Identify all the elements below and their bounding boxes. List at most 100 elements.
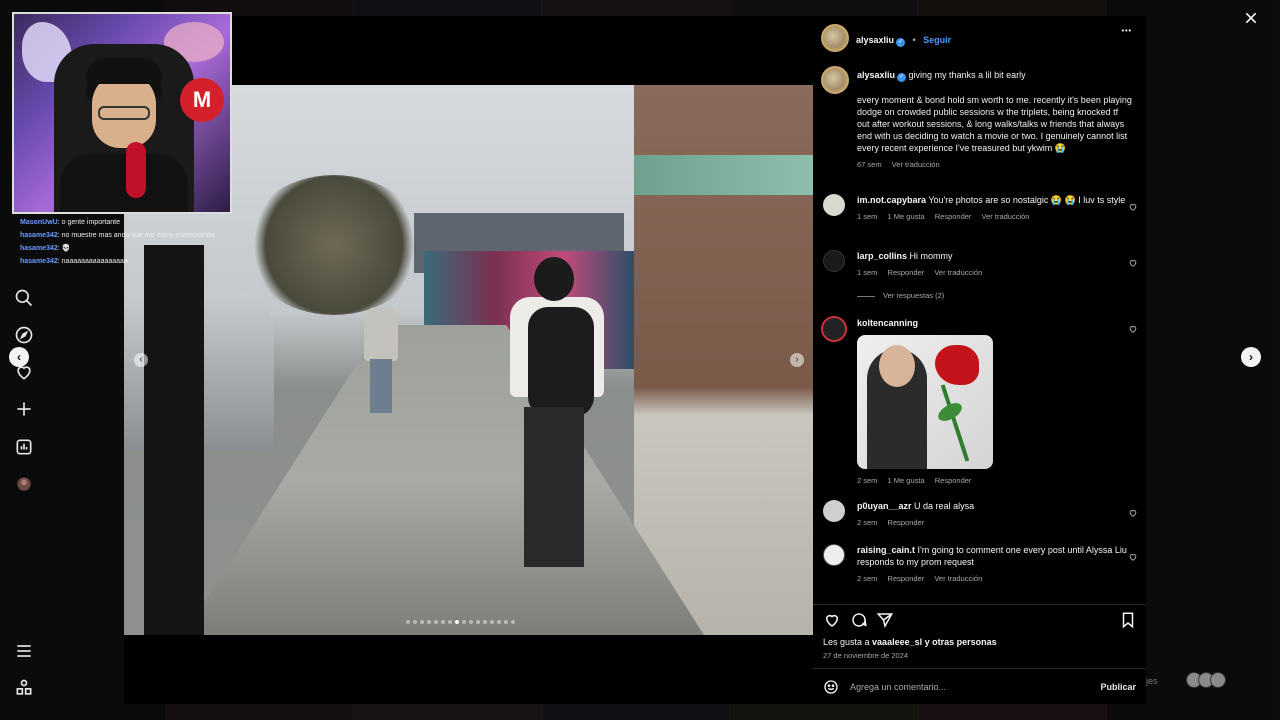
more-options-button[interactable]: ••• bbox=[1122, 28, 1132, 35]
carousel-dot[interactable] bbox=[455, 620, 459, 624]
profile-icon[interactable] bbox=[14, 474, 34, 494]
carousel-dot[interactable] bbox=[462, 620, 466, 624]
reply-button[interactable]: Responder bbox=[888, 574, 925, 583]
chat-line: MasonUwU: o gente importante bbox=[20, 219, 120, 226]
like-comment-icon[interactable] bbox=[1128, 321, 1138, 333]
carousel-dot[interactable] bbox=[406, 620, 410, 624]
caption-translate-link[interactable]: Ver traducción bbox=[892, 160, 940, 169]
create-icon[interactable] bbox=[14, 399, 34, 419]
post-date: 27 de noviembre de 2024 bbox=[823, 651, 909, 660]
caption-avatar[interactable] bbox=[821, 66, 849, 94]
caption-first-line: giving my thanks a lil bit early bbox=[908, 70, 1026, 80]
view-replies-button[interactable]: Ver respuestas (2) bbox=[883, 291, 944, 300]
carousel-dot[interactable] bbox=[469, 620, 473, 624]
comment-likes[interactable]: 1 Me gusta bbox=[888, 476, 925, 485]
comment-time: 2 sem bbox=[857, 476, 878, 485]
likes-user[interactable]: vaaaleee_sl bbox=[872, 637, 922, 647]
post-side-panel: alysaxliu ✓ • Seguir ••• alysaxliu ✓ givin… bbox=[813, 16, 1146, 704]
verified-icon: ✓ bbox=[897, 73, 907, 82]
commenter-avatar[interactable] bbox=[823, 194, 845, 216]
carousel-dot[interactable] bbox=[413, 620, 417, 624]
carousel-dot[interactable] bbox=[490, 620, 494, 624]
like-comment-icon[interactable] bbox=[1128, 549, 1138, 561]
carousel-dot[interactable] bbox=[483, 620, 487, 624]
caption-username[interactable]: alysaxliu bbox=[857, 70, 895, 80]
carousel-dot[interactable] bbox=[476, 620, 480, 624]
header-separator: • bbox=[912, 35, 916, 45]
like-comment-icon[interactable] bbox=[1128, 505, 1138, 517]
comment-item: raising_cain.t I'm going to comment one … bbox=[857, 544, 1127, 585]
comment-username[interactable]: larp_collins bbox=[857, 251, 907, 261]
comment-time: 2 sem bbox=[857, 518, 878, 527]
comment-gif[interactable] bbox=[857, 335, 993, 469]
share-icon[interactable] bbox=[876, 611, 894, 629]
chat-line: hasame342: naaaaaaaaaaaaaaaa bbox=[20, 258, 128, 265]
comment-time: 2 sem bbox=[857, 574, 878, 583]
comment-text: You're photos are so nostalgic 😭 😭 I luv… bbox=[928, 195, 1126, 205]
author-username[interactable]: alysaxliu bbox=[856, 35, 894, 45]
translate-link[interactable]: Ver traducción bbox=[982, 212, 1030, 221]
carousel-dot[interactable] bbox=[504, 620, 508, 624]
reply-button[interactable]: Responder bbox=[935, 212, 972, 221]
translate-link[interactable]: Ver traducción bbox=[934, 268, 982, 277]
carousel-dot[interactable] bbox=[434, 620, 438, 624]
likes-others[interactable]: y otras personas bbox=[922, 637, 997, 647]
comment-username[interactable]: im.not.capybara bbox=[857, 195, 926, 205]
background-partial-text: jes bbox=[1146, 676, 1158, 686]
carousel-prev-button[interactable]: ‹ bbox=[134, 353, 148, 367]
dashboard-icon[interactable] bbox=[14, 437, 34, 457]
reply-button[interactable]: Responder bbox=[888, 268, 925, 277]
post-header: alysaxliu ✓ • Seguir ••• bbox=[813, 16, 1146, 56]
carousel-dot[interactable] bbox=[511, 620, 515, 624]
commenter-avatar[interactable] bbox=[823, 544, 845, 566]
like-comment-icon[interactable] bbox=[1128, 199, 1138, 211]
comment-likes[interactable]: 1 Me gusta bbox=[888, 212, 925, 221]
save-icon[interactable] bbox=[1119, 611, 1137, 629]
stream-webcam: M bbox=[12, 12, 232, 214]
comment-text: Hi mommy bbox=[909, 251, 953, 261]
likes-prefix: Les gusta a bbox=[823, 637, 873, 647]
comment-username[interactable]: p0uyan__azr bbox=[857, 501, 912, 511]
explore-icon[interactable] bbox=[14, 325, 34, 345]
carousel-dot[interactable] bbox=[497, 620, 501, 624]
carousel-dot[interactable] bbox=[427, 620, 431, 624]
comment-icon[interactable] bbox=[850, 611, 868, 629]
carousel-dot[interactable] bbox=[448, 620, 452, 624]
follow-button[interactable]: Seguir bbox=[923, 35, 951, 45]
photo-person-far bbox=[364, 307, 398, 413]
reply-button[interactable]: Responder bbox=[935, 476, 972, 485]
prev-post-button[interactable]: ‹ bbox=[9, 347, 29, 367]
translate-link[interactable]: Ver traducción bbox=[934, 574, 982, 583]
carousel-dot[interactable] bbox=[420, 620, 424, 624]
commenter-avatar[interactable] bbox=[823, 250, 845, 272]
comment-item: larp_collins Hi mommy 1 sem Responder Ve… bbox=[857, 250, 1127, 302]
comment-username[interactable]: raising_cain.t bbox=[857, 545, 915, 555]
post-caption: alysaxliu ✓ giving my thanks a lil bit ea… bbox=[857, 69, 1132, 171]
search-icon[interactable] bbox=[14, 288, 34, 308]
carousel-next-button[interactable]: › bbox=[790, 353, 804, 367]
next-post-button[interactable]: › bbox=[1241, 347, 1261, 367]
microphone bbox=[126, 142, 146, 198]
author-avatar[interactable] bbox=[821, 24, 849, 52]
publish-button[interactable]: Publicar bbox=[1100, 682, 1136, 692]
menu-icon[interactable] bbox=[14, 641, 34, 661]
comment-item: p0uyan__azr U da real alysa 2 sem Respon… bbox=[857, 500, 1127, 529]
comment-item: koltencanning 2 sem 1 Me gusta Responder bbox=[857, 317, 1127, 487]
close-icon[interactable] bbox=[1243, 10, 1259, 26]
carousel-dot[interactable] bbox=[441, 620, 445, 624]
comment-input[interactable]: Agrega un comentario... bbox=[850, 682, 946, 692]
commenter-avatar[interactable] bbox=[823, 500, 845, 522]
like-comment-icon[interactable] bbox=[1128, 255, 1138, 267]
reply-button[interactable]: Responder bbox=[888, 518, 925, 527]
apps-icon[interactable] bbox=[14, 678, 34, 698]
chat-line: hasame342: 💀 bbox=[20, 245, 71, 252]
comment-text: U da real alysa bbox=[914, 501, 975, 511]
emoji-icon[interactable] bbox=[823, 679, 839, 695]
like-icon[interactable] bbox=[823, 611, 841, 629]
commenter-avatar[interactable] bbox=[821, 316, 847, 342]
stream-chat: MasonUwU: o gente importante hasame342: … bbox=[20, 216, 230, 268]
comment-time: 1 sem bbox=[857, 212, 878, 221]
comment-time: 1 sem bbox=[857, 268, 878, 277]
comment-username[interactable]: koltencanning bbox=[857, 318, 918, 328]
photo-person-near bbox=[504, 257, 614, 587]
